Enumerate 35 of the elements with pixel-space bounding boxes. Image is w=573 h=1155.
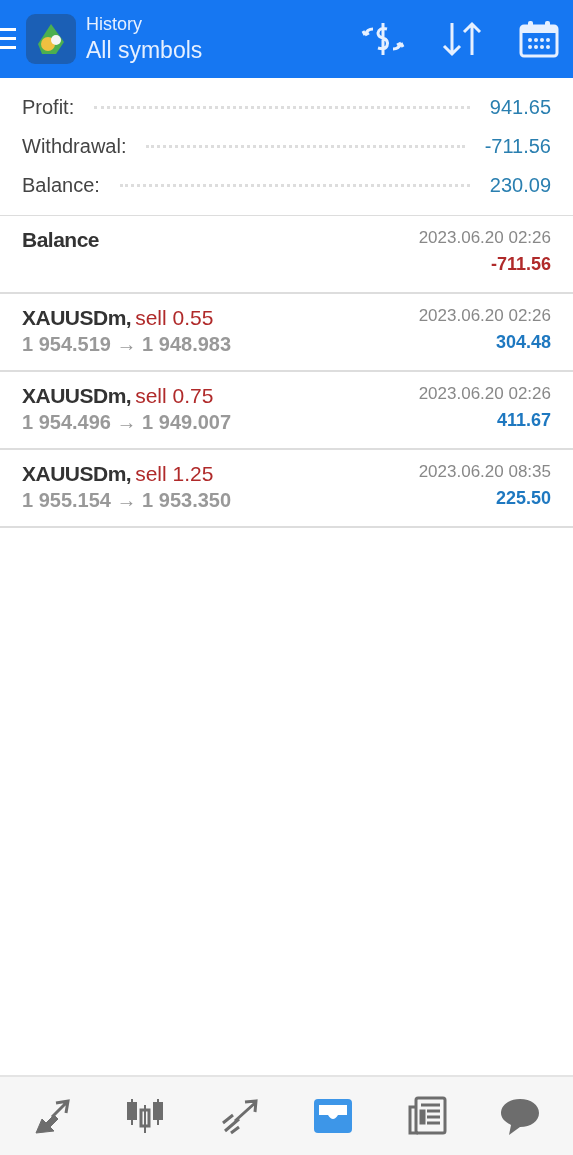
deal-time: 2023.06.20 02:26 <box>418 306 551 326</box>
deal-row[interactable]: XAUUSDm, sell 0.55 1 954.519 → 1 948.983 2023.06.20 02:26 304.48 <box>0 294 573 372</box>
symbol-name: XAUUSDm, <box>22 384 132 408</box>
trade-volume: sell 0.75 <box>135 384 214 408</box>
symbol-name: XAUUSDm, <box>22 306 132 330</box>
deal-time: 2023.06.20 02:26 <box>418 228 551 248</box>
deal-amount: -711.56 <box>490 254 551 275</box>
symbol-filter[interactable]: All symbols <box>86 37 361 64</box>
summary-label: Profit: <box>22 96 75 119</box>
menu-icon[interactable] <box>0 26 16 52</box>
deal-row[interactable]: Balance 2023.06.20 02:26 -711.56 <box>0 216 573 294</box>
summary-value: 941.65 <box>489 96 551 119</box>
trade-prices: 1 955.154 → 1 953.350 <box>22 489 232 512</box>
deal-time: 2023.06.20 08:35 <box>418 462 551 482</box>
screen-title: History <box>86 14 143 35</box>
summary-label: Withdrawal: <box>22 135 127 158</box>
summary-value: 230.09 <box>489 174 551 197</box>
app-logo-icon <box>26 14 76 64</box>
trade-prices: 1 954.519 → 1 948.983 <box>22 333 232 356</box>
deal-time: 2023.06.20 02:26 <box>418 384 551 404</box>
calendar-icon[interactable] <box>519 20 559 58</box>
deal-amount: 411.67 <box>496 410 551 431</box>
trade-volume: sell 1.25 <box>135 462 214 486</box>
deal-row[interactable]: XAUUSDm, sell 1.25 1 955.154 → 1 953.350 2023.06.20 08:35 225.50 <box>0 450 573 528</box>
sort-icon[interactable] <box>441 21 483 57</box>
deal-amount: 304.48 <box>495 332 551 353</box>
trade-volume: sell 0.55 <box>135 306 214 330</box>
currency-exchange-icon[interactable] <box>361 21 405 57</box>
deal-row[interactable]: XAUUSDm, sell 0.75 1 954.496 → 1 949.007 2023.06.20 02:26 411.67 <box>0 372 573 450</box>
trade-prices: 1 954.496 → 1 949.007 <box>22 411 232 434</box>
summary-label: Balance: <box>22 174 100 197</box>
deal-amount: 225.50 <box>495 488 551 509</box>
symbol-name: XAUUSDm, <box>22 462 132 486</box>
summary-value: -711.56 <box>484 135 551 158</box>
deal-title: Balance <box>22 228 100 252</box>
